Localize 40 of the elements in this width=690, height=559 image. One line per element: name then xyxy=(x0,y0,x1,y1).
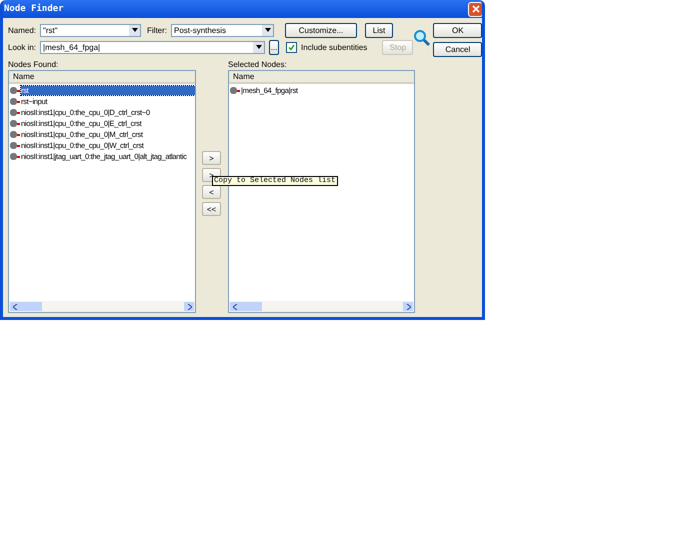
scroll-left-icon[interactable] xyxy=(10,302,20,311)
dialog-button[interactable]: OK xyxy=(433,23,482,38)
scrollbar-thumb[interactable] xyxy=(240,302,262,311)
window-title: Node Finder xyxy=(4,4,64,14)
checkbox-label: Include subentities xyxy=(301,42,368,52)
node-icon xyxy=(10,109,20,116)
list-button[interactable]: List xyxy=(365,22,394,38)
horizontal-scrollbar[interactable] xyxy=(9,301,195,312)
scroll-right-icon[interactable] xyxy=(403,302,413,311)
move-button[interactable]: << xyxy=(202,202,221,216)
filter-combo[interactable]: Post-synthesis xyxy=(171,24,274,36)
move-button[interactable]: > xyxy=(202,151,221,165)
node-icon xyxy=(10,87,20,94)
field-label: Named: xyxy=(8,26,36,34)
checkbox[interactable] xyxy=(286,42,298,52)
browse-button[interactable]: ... xyxy=(269,40,280,54)
look-in-combo[interactable]: |mesh_64_fpga| xyxy=(40,40,266,54)
scrollbar-thumb[interactable] xyxy=(20,302,42,311)
node-icon xyxy=(10,131,20,138)
list-label: Nodes Found: xyxy=(8,60,60,69)
node-icon xyxy=(10,142,20,149)
node-icon xyxy=(10,98,20,105)
named-combo[interactable]: "rst" xyxy=(40,24,142,36)
scroll-left-icon[interactable] xyxy=(230,302,240,311)
list-label: Selected Nodes: xyxy=(228,60,288,69)
column-header[interactable]: Name xyxy=(229,71,414,84)
node-icon xyxy=(10,153,20,160)
field-label: Look in: xyxy=(8,42,36,52)
node-icon xyxy=(230,87,240,94)
horizontal-scrollbar[interactable] xyxy=(229,301,414,312)
customize-button[interactable]: Customize... xyxy=(285,22,358,38)
close-button[interactable] xyxy=(468,2,482,16)
search-icon xyxy=(413,29,432,47)
close-icon xyxy=(472,5,480,13)
scroll-right-icon[interactable] xyxy=(184,302,194,311)
field-label: Filter: xyxy=(147,26,168,34)
move-button[interactable]: < xyxy=(202,185,221,199)
column-header[interactable]: Name xyxy=(9,71,195,84)
node-icon xyxy=(10,120,20,127)
dialog-button[interactable]: Cancel xyxy=(433,42,482,57)
